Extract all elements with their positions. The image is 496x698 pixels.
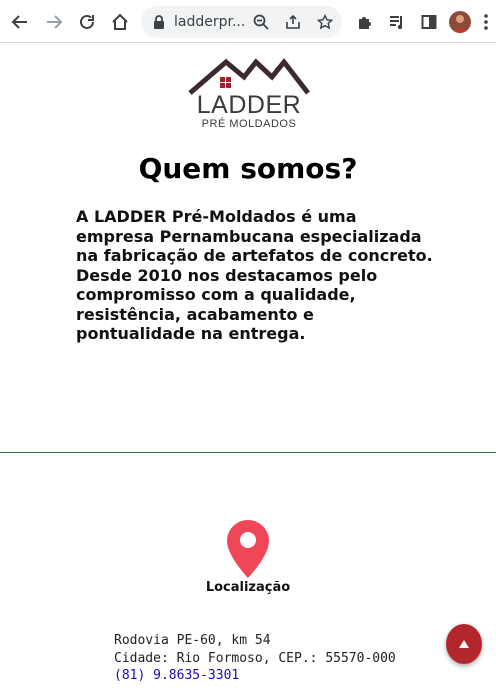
phone-link[interactable]: (81) 9.8635-3301 bbox=[114, 668, 239, 683]
puzzle-icon[interactable] bbox=[352, 9, 378, 35]
url-text[interactable]: ladderpr... bbox=[174, 14, 245, 30]
zoom-icon[interactable] bbox=[250, 11, 272, 33]
media-control-icon[interactable] bbox=[384, 9, 410, 35]
star-icon[interactable] bbox=[314, 11, 336, 33]
section-divider bbox=[0, 452, 496, 453]
avatar[interactable] bbox=[449, 11, 471, 33]
side-panel-icon[interactable] bbox=[416, 9, 442, 35]
logo-subtitle: PRÉ MOLDADOS bbox=[201, 118, 297, 130]
back-arrow-icon[interactable] bbox=[7, 9, 33, 35]
kebab-menu-icon[interactable] bbox=[478, 9, 494, 35]
browser-toolbar: ladderpr... bbox=[0, 0, 496, 43]
map-pin-icon[interactable] bbox=[226, 519, 270, 579]
scroll-to-top-button[interactable] bbox=[446, 624, 482, 664]
share-icon[interactable] bbox=[282, 11, 304, 33]
arrow-up-icon bbox=[459, 640, 469, 648]
logo-name: LADDER bbox=[196, 91, 302, 119]
home-icon[interactable] bbox=[107, 9, 133, 35]
address-line-2: Cidade: Rio Formoso, CEP.: 55570-000 bbox=[114, 651, 396, 666]
about-text: A LADDER Pré-Moldados é uma empresa Pern… bbox=[76, 207, 433, 343]
forward-arrow-icon[interactable] bbox=[41, 9, 67, 35]
reload-icon[interactable] bbox=[74, 9, 100, 35]
location-label: Localização bbox=[205, 580, 291, 595]
address-line-1: Rodovia PE-60, km 54 bbox=[114, 633, 271, 648]
lock-icon[interactable] bbox=[148, 11, 170, 33]
address-bar[interactable]: ladderpr... bbox=[141, 6, 342, 38]
company-logo[interactable]: LADDER PRÉ MOLDADOS bbox=[186, 57, 312, 135]
page-title: Quem somos? bbox=[138, 152, 358, 185]
